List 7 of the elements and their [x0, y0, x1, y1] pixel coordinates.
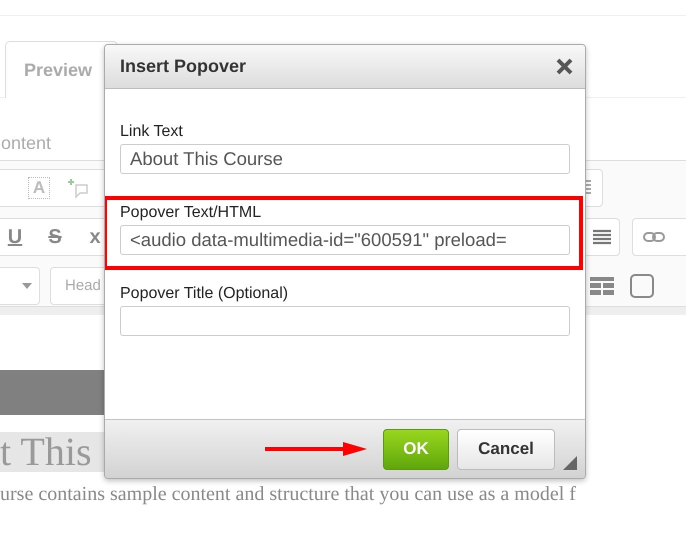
field-label: Popover Title (Optional): [120, 285, 290, 303]
dialog-title: Insert Popover: [120, 55, 246, 78]
body-text: urse contains sample content and structure that you can use as a model f: [0, 482, 577, 507]
field-label: Popover Text/HTML: [120, 204, 262, 222]
field-label: Link Text: [120, 123, 184, 141]
section-label: ontent: [1, 132, 52, 154]
page-heading: t This: [0, 429, 92, 474]
